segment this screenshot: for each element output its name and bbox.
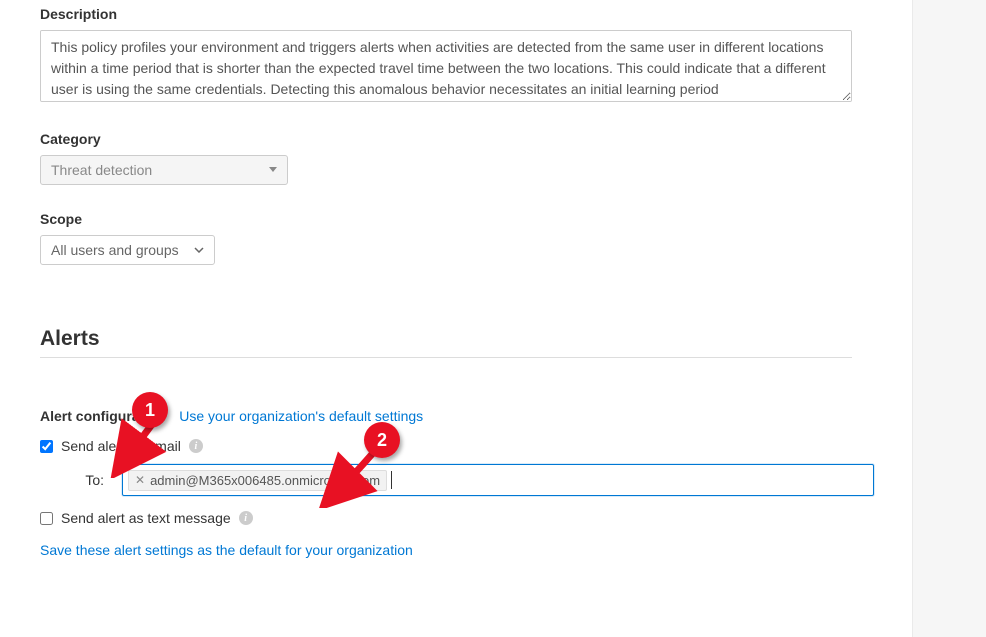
send-alert-email-checkbox[interactable] bbox=[40, 440, 53, 453]
scope-selected-value: All users and groups bbox=[51, 242, 179, 258]
description-label: Description bbox=[40, 6, 912, 22]
save-alert-defaults-link[interactable]: Save these alert settings as the default… bbox=[40, 542, 413, 558]
send-alert-sms-label: Send alert as text message bbox=[61, 510, 231, 526]
alerts-heading: Alerts bbox=[40, 327, 912, 351]
text-cursor bbox=[391, 471, 392, 489]
right-rail bbox=[912, 0, 986, 637]
category-label: Category bbox=[40, 131, 912, 147]
scope-select[interactable]: All users and groups bbox=[40, 235, 215, 265]
alert-email-to-input[interactable]: ✕ admin@M365x006485.onmicrosoft.com bbox=[122, 464, 874, 496]
send-alert-sms-checkbox[interactable] bbox=[40, 512, 53, 525]
info-icon[interactable]: i bbox=[239, 511, 253, 525]
description-textarea[interactable] bbox=[40, 30, 852, 102]
annotation-badge-2: 2 bbox=[364, 422, 400, 458]
chevron-down-icon bbox=[194, 247, 204, 253]
scope-label: Scope bbox=[40, 211, 912, 227]
annotation-arrow-1 bbox=[108, 418, 168, 478]
info-icon[interactable]: i bbox=[189, 439, 203, 453]
divider bbox=[40, 357, 852, 358]
annotation-badge-1: 1 bbox=[132, 392, 168, 428]
to-label: To: bbox=[58, 472, 104, 488]
category-selected-value: Threat detection bbox=[51, 162, 152, 178]
category-select[interactable]: Threat detection bbox=[40, 155, 288, 185]
chevron-down-icon bbox=[269, 167, 277, 173]
